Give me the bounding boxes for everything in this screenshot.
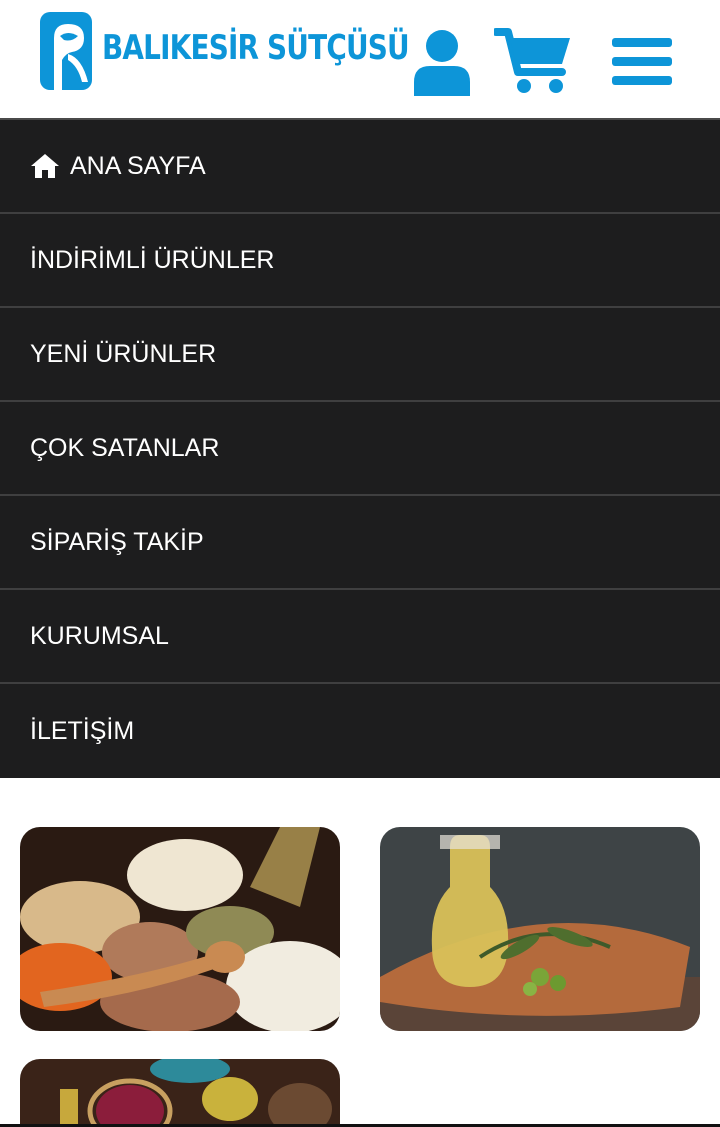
home-icon bbox=[31, 154, 59, 178]
nav-item-label: İNDİRİMLİ ÜRÜNLER bbox=[30, 245, 275, 274]
user-icon[interactable] bbox=[410, 28, 474, 96]
legumes-grains-image bbox=[20, 827, 340, 1031]
hamburger-menu-icon[interactable] bbox=[610, 34, 674, 90]
mobile-nav-menu: ANA SAYFA İNDİRİMLİ ÜRÜNLER YENİ ÜRÜNLER… bbox=[0, 118, 720, 778]
nav-item-order-tracking[interactable]: SİPARİŞ TAKİP bbox=[0, 496, 720, 590]
category-card-legumes[interactable] bbox=[20, 827, 340, 1031]
category-card-breakfast[interactable] bbox=[20, 1059, 340, 1127]
nav-item-home[interactable]: ANA SAYFA bbox=[0, 120, 720, 214]
breakfast-spread-image bbox=[20, 1059, 340, 1127]
nav-item-label: YENİ ÜRÜNLER bbox=[30, 339, 217, 368]
nav-item-label: SİPARİŞ TAKİP bbox=[30, 527, 204, 556]
nav-item-label: ÇOK SATANLAR bbox=[30, 433, 220, 462]
nav-item-corporate[interactable]: KURUMSAL bbox=[0, 590, 720, 684]
logo-mark-icon bbox=[40, 12, 92, 90]
nav-item-discounted[interactable]: İNDİRİMLİ ÜRÜNLER bbox=[0, 214, 720, 308]
logo-text: BALIKESİR SÜTÇÜSÜ bbox=[102, 28, 410, 68]
olive-oil-image bbox=[380, 827, 700, 1031]
category-card-olive-oil[interactable] bbox=[380, 827, 700, 1031]
nav-item-contact[interactable]: İLETİŞİM bbox=[0, 684, 720, 778]
nav-item-best-sellers[interactable]: ÇOK SATANLAR bbox=[0, 402, 720, 496]
site-header: BALIKESİR SÜTÇÜSÜ bbox=[0, 0, 720, 118]
cart-icon[interactable] bbox=[494, 26, 574, 96]
nav-item-label: ANA SAYFA bbox=[70, 151, 206, 180]
nav-item-new-products[interactable]: YENİ ÜRÜNLER bbox=[0, 308, 720, 402]
nav-item-label: KURUMSAL bbox=[30, 621, 169, 650]
nav-item-label: İLETİŞİM bbox=[30, 716, 135, 745]
